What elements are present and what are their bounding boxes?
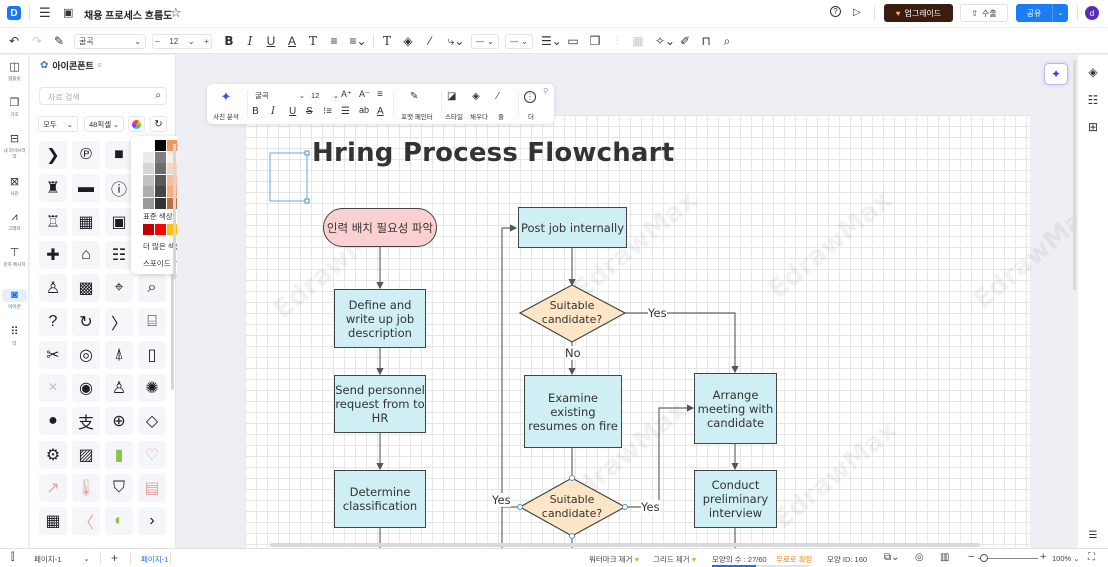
right-sidebar: ◈ ☷ ⊞ ☰ xyxy=(1077,55,1108,548)
connectors-layer xyxy=(269,150,739,548)
resize-handle[interactable] xyxy=(304,150,310,156)
vertical-scrollbar[interactable] xyxy=(1073,60,1076,290)
ai-assistant-button[interactable]: ✦ xyxy=(1044,63,1068,85)
fullscreen-icon[interactable]: ⛶ xyxy=(1088,552,1095,563)
zoom-in-button[interactable]: + xyxy=(1040,551,1046,563)
chevron-down-icon: ⌄ xyxy=(332,91,339,100)
connection-point[interactable] xyxy=(569,475,575,481)
floating-format-toolbar: ✦ 사진 분석 굴곡 ⌄ 12 ⌄ A⁺ A⁻ ≡ B I U S ⁝≡ ☰ ab … xyxy=(207,84,554,124)
status-bar: ⫿ 페이지-1 ⌄ + 페이지-1 워터마크 제거 ♥ 그리드 제거 ♥ 모양의 … xyxy=(0,548,1108,567)
remove-grid-label: 그리드 제거 xyxy=(653,555,690,564)
zoom-slider-handle[interactable] xyxy=(980,554,988,562)
connector[interactable] xyxy=(625,312,739,374)
shape-count: 모양의 수 : 27/60 xyxy=(712,555,767,564)
process-node[interactable]: Conduct preliminary interview xyxy=(694,470,777,528)
ai-analyze-button[interactable]: 사진 분석 xyxy=(209,111,243,121)
more-icon[interactable]: ⋮ xyxy=(524,91,536,103)
fill-button[interactable]: 채우다 xyxy=(466,111,492,121)
float-size-value: 12 xyxy=(311,91,320,100)
remove-watermark-button[interactable]: 워터마크 제거 ♥ xyxy=(589,554,639,565)
pin-icon[interactable]: ⚲ xyxy=(543,86,548,97)
selection-box xyxy=(269,152,308,202)
align-icon[interactable]: ≡ xyxy=(377,89,383,100)
edge-label-yes: Yes xyxy=(492,493,511,507)
free-expand-link[interactable]: 무료로 확장 xyxy=(776,554,813,565)
ai-sparkle-icon[interactable]: ✦ xyxy=(219,90,233,103)
chevron-down-icon: ⌄ xyxy=(298,91,305,100)
process-node[interactable]: Arrange meeting with candidate xyxy=(694,373,777,444)
bullet-list-icon[interactable]: ☰ xyxy=(341,106,350,117)
flowchart-title[interactable]: Hring Process Flowchart xyxy=(312,138,674,168)
premium-badge-icon: ♥ xyxy=(691,555,697,564)
add-page-button[interactable]: + xyxy=(111,551,118,565)
divider xyxy=(170,552,171,565)
fill-icon[interactable]: ◈ xyxy=(472,91,480,102)
float-font-size-select[interactable]: 12 ⌄ xyxy=(311,90,339,101)
layers-icon[interactable]: ⧉⌄ xyxy=(884,552,900,563)
format-painter-button[interactable]: 포맷 페인터 xyxy=(395,111,439,121)
map-icon[interactable]: ▥ xyxy=(940,552,949,563)
process-node[interactable]: Post job internally xyxy=(518,207,627,248)
line-button[interactable]: 줄 xyxy=(491,111,511,121)
edge-label-no: No xyxy=(565,346,581,360)
premium-badge-icon: ♥ xyxy=(634,555,640,564)
divider xyxy=(100,552,101,565)
numbered-list-icon[interactable]: ⁝≡ xyxy=(323,106,332,117)
properties-icon[interactable]: ☷ xyxy=(1086,93,1100,107)
process-node[interactable]: Determine classification xyxy=(334,470,426,528)
text-case-icon[interactable]: ab xyxy=(359,105,369,116)
zoom-level-select[interactable]: 100% ⌄ xyxy=(1052,554,1080,563)
process-node[interactable]: Send personnel request from to HR xyxy=(334,375,426,433)
divider xyxy=(393,90,394,118)
page-tab[interactable]: 페이지-1 xyxy=(141,554,168,565)
style-icon[interactable]: ◪ xyxy=(447,91,456,102)
zoom-level-value: 100% xyxy=(1052,554,1072,563)
line-icon[interactable]: ⁄ xyxy=(497,91,499,102)
italic-icon[interactable]: I xyxy=(271,106,275,117)
settings-list-icon[interactable]: ☰ xyxy=(1086,529,1100,543)
page-selector[interactable]: 페이지-1 ⌄ xyxy=(34,554,90,565)
page-view-icon[interactable]: ⫿ xyxy=(11,552,14,563)
format-painter-icon[interactable]: ✎ xyxy=(410,91,418,102)
float-font-family-select[interactable]: 굴곡 ⌄ xyxy=(255,90,305,101)
connector[interactable] xyxy=(501,224,520,508)
sparkle-icon: ✦ xyxy=(1050,67,1062,81)
grid-view-icon[interactable]: ⊞ xyxy=(1086,120,1100,134)
zoom-out-button[interactable]: − xyxy=(968,551,974,563)
resize-handle[interactable] xyxy=(304,198,310,204)
remove-watermark-label: 워터마크 제거 xyxy=(589,555,633,564)
style-button[interactable]: 스타일 xyxy=(441,111,467,121)
bold-icon[interactable]: B xyxy=(252,106,259,117)
strikethrough-icon[interactable]: S xyxy=(306,106,313,117)
increase-font-icon[interactable]: A⁺ xyxy=(341,89,352,100)
font-color-icon[interactable]: A xyxy=(377,106,384,117)
underline-icon[interactable]: U xyxy=(289,106,296,117)
divider xyxy=(247,90,248,118)
focus-mode-icon[interactable]: ◎ xyxy=(915,552,924,563)
process-node[interactable]: Examine existing resumes on fire xyxy=(524,375,622,448)
more-button[interactable]: 더 xyxy=(521,111,541,121)
connection-point[interactable] xyxy=(569,533,575,539)
edge-label-yes: Yes xyxy=(648,306,667,320)
chevron-down-icon: ⌄ xyxy=(83,554,90,563)
remove-grid-button[interactable]: 그리드 제거 ♥ xyxy=(653,554,696,565)
connector[interactable] xyxy=(625,404,695,508)
connection-point[interactable] xyxy=(517,504,523,510)
start-node[interactable]: 인력 배치 필요성 파악 xyxy=(323,208,437,247)
decision-label: Suitable candidate? xyxy=(541,493,603,520)
edge-label-yes: Yes xyxy=(641,500,660,514)
connection-point[interactable] xyxy=(622,504,628,510)
shape-id: 모양 ID: 160 xyxy=(827,555,868,564)
float-font-value: 굴곡 xyxy=(255,91,269,100)
fill-style-icon[interactable]: ◈ xyxy=(1086,65,1100,79)
divider xyxy=(130,552,131,565)
horizontal-scrollbar[interactable] xyxy=(270,543,980,547)
divider xyxy=(518,90,519,118)
page-selector-value: 페이지-1 xyxy=(34,555,62,564)
decision-label: Suitable candidate? xyxy=(541,299,603,326)
decrease-font-icon[interactable]: A⁻ xyxy=(359,89,370,100)
process-node[interactable]: Define and write up job description xyxy=(334,289,426,348)
